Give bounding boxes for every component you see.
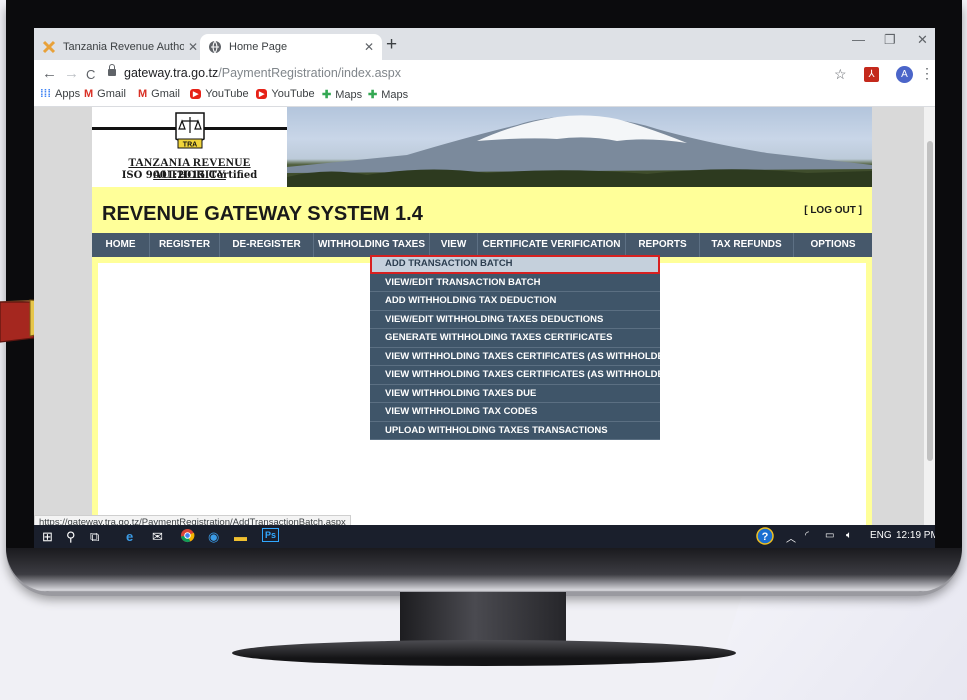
- tra-emblem-icon: TRA: [175, 112, 205, 149]
- show-hidden-icons-icon[interactable]: ︿: [786, 530, 796, 545]
- dropdown-item-add-transaction-batch[interactable]: ADD TRANSACTION BATCH: [370, 255, 660, 274]
- withholding-taxes-dropdown: ADD TRANSACTION BATCH VIEW/EDIT TRANSACT…: [370, 255, 674, 440]
- gmail-icon: M: [138, 88, 148, 100]
- dropdown-item-view-tax-codes[interactable]: VIEW WITHHOLDING TAX CODES: [370, 403, 660, 422]
- close-tab-icon[interactable]: ✕: [364, 40, 374, 54]
- kilimanjaro-banner-image: [287, 107, 872, 187]
- monitor-stand-base: [232, 640, 736, 666]
- iso-certification: ISO 9001:2015 Certified: [121, 170, 258, 181]
- menu-options[interactable]: OPTIONS: [794, 233, 872, 257]
- tab-title: Home Page: [229, 41, 288, 53]
- youtube-icon: ▶: [190, 89, 202, 99]
- lock-icon: [108, 64, 116, 76]
- gmail-icon: M: [84, 88, 94, 100]
- search-icon[interactable]: ⚲: [66, 529, 76, 545]
- url-path: /PaymentRegistration/index.aspx: [218, 66, 401, 80]
- monitor-chin: [6, 548, 962, 592]
- menu-certificate-verification[interactable]: CERTIFICATE VERIFICATION: [478, 233, 626, 257]
- tra-favicon-icon: [42, 40, 56, 54]
- edge-icon[interactable]: e: [126, 529, 133, 544]
- maximize-button[interactable]: ❐: [884, 32, 896, 48]
- menu-withholding-taxes[interactable]: WITHHOLDING TAXES: [314, 233, 430, 257]
- apps-grid-icon: ⁞⁞⁞: [40, 88, 51, 100]
- bookmark-star-icon[interactable]: ☆: [834, 66, 847, 83]
- bookmark-gmail[interactable]: M Gmail: [138, 88, 180, 100]
- browser-window: Tanzania Revenue Authority - Ho ✕ Home P…: [34, 28, 935, 548]
- bookmark-maps[interactable]: ✚ Maps: [368, 88, 409, 102]
- emblem-label: TRA: [183, 142, 197, 149]
- close-window-button[interactable]: ✕: [917, 32, 928, 48]
- photoshop-icon[interactable]: Ps: [262, 528, 280, 542]
- svg-text:?: ?: [762, 531, 769, 543]
- minimize-button[interactable]: —: [852, 32, 865, 47]
- bookmark-youtube[interactable]: ▶ YouTube: [256, 88, 315, 100]
- dropdown-item-view-taxes-due[interactable]: VIEW WITHHOLDING TAXES DUE: [370, 385, 660, 403]
- forward-button[interactable]: →: [64, 65, 79, 82]
- logout-link[interactable]: [ LOG OUT ]: [804, 205, 862, 216]
- bookmark-label: Gmail: [151, 88, 180, 100]
- menu-kebab-icon[interactable]: ⋮: [920, 65, 934, 82]
- bookmark-youtube[interactable]: ▶ YouTube: [190, 88, 249, 100]
- menu-reports[interactable]: REPORTS: [626, 233, 700, 257]
- menu-tax-refunds[interactable]: TAX REFUNDS: [700, 233, 794, 257]
- close-tab-icon[interactable]: ✕: [188, 40, 198, 54]
- clock[interactable]: 12:19 PM: [896, 530, 935, 541]
- mail-icon[interactable]: ✉: [152, 529, 163, 545]
- web-page: TRA TANZANIA REVENUE AUTHORITY ISO 9001:…: [34, 107, 935, 525]
- wifi-icon[interactable]: ◜: [805, 530, 809, 541]
- windows-taskbar: ⊞ ⚲ ⧉ e ✉ ◉ ▬ Ps ? ︿ ◜ ▭ 🔈︎ ENG 12:19 PM: [34, 525, 935, 548]
- dropdown-item-generate-certificates[interactable]: GENERATE WITHHOLDING TAXES CERTIFICATES: [370, 329, 660, 348]
- tra-site: TRA TANZANIA REVENUE AUTHORITY ISO 9001:…: [92, 107, 872, 525]
- bookmark-label: YouTube: [205, 88, 249, 100]
- dropdown-item-view-edit-deductions[interactable]: VIEW/EDIT WITHHOLDING TAXES DEDUCTIONS: [370, 311, 660, 329]
- main-menu: HOME REGISTER DE-REGISTER WITHHOLDING TA…: [92, 233, 872, 257]
- pdf-extension-icon[interactable]: ⅄: [864, 67, 879, 82]
- globe-icon: [209, 40, 221, 54]
- dropdown-item-add-withholding-tax-deduction[interactable]: ADD WITHHOLDING TAX DEDUCTION: [370, 292, 660, 311]
- menu-de-register[interactable]: DE-REGISTER: [220, 233, 314, 257]
- bookmark-label: YouTube: [271, 88, 315, 100]
- reload-button[interactable]: C: [86, 67, 95, 82]
- file-explorer-icon[interactable]: ▬: [234, 529, 247, 544]
- profile-avatar[interactable]: A: [896, 66, 913, 83]
- url-field[interactable]: gateway.tra.go.tz/PaymentRegistration/in…: [108, 64, 401, 80]
- dropdown-item-view-certificates-withholdee[interactable]: VIEW WITHHOLDING TAXES CERTIFICATES (AS …: [370, 366, 673, 385]
- tab-home-page[interactable]: Home Page ✕: [200, 34, 382, 60]
- bookmark-label: Maps: [381, 88, 409, 101]
- battery-icon[interactable]: ▭: [825, 530, 834, 541]
- scrollbar-thumb[interactable]: [927, 141, 933, 461]
- ie-icon[interactable]: ◉: [208, 529, 219, 545]
- maps-icon: ✚: [368, 89, 378, 101]
- tab-strip: Tanzania Revenue Authority - Ho ✕ Home P…: [34, 28, 935, 60]
- url-host: gateway.tra.go.tz: [124, 66, 219, 80]
- volume-icon[interactable]: 🔈︎: [846, 530, 852, 541]
- bookmarks-bar: ⁞⁞⁞ Apps M Gmail M Gmail ▶ YouTube ▶ YouTube …: [34, 84, 935, 107]
- tab-title: Tanzania Revenue Authority - Ho: [63, 41, 184, 53]
- bookmark-label: Maps: [335, 88, 363, 101]
- bookmark-gmail[interactable]: M Gmail: [84, 88, 126, 100]
- back-button[interactable]: ←: [42, 65, 57, 82]
- dropdown-item-upload-transactions[interactable]: UPLOAD WITHHOLDING TAXES TRANSACTIONS: [370, 422, 660, 440]
- bookmark-label: Gmail: [97, 88, 126, 100]
- dropdown-item-view-edit-transaction-batch[interactable]: VIEW/EDIT TRANSACTION BATCH: [370, 274, 660, 292]
- chrome-icon[interactable]: [180, 528, 195, 546]
- bookmark-apps[interactable]: ⁞⁞⁞ Apps: [40, 88, 80, 100]
- task-view-icon[interactable]: ⧉: [90, 529, 99, 545]
- menu-view[interactable]: VIEW: [430, 233, 478, 257]
- menu-home[interactable]: HOME: [92, 233, 150, 257]
- maps-icon: ✚: [322, 89, 332, 101]
- help-icon[interactable]: ?: [756, 527, 774, 548]
- system-title: REVENUE GATEWAY SYSTEM 1.4: [102, 203, 423, 225]
- tab-tra-home[interactable]: Tanzania Revenue Authority - Ho ✕: [34, 34, 206, 60]
- tra-logo-block: TRA TANZANIA REVENUE AUTHORITY ISO 9001:…: [92, 107, 287, 187]
- windows-start-icon[interactable]: ⊞: [42, 529, 53, 545]
- bookmark-label: Apps: [55, 88, 81, 100]
- new-tab-button[interactable]: +: [386, 34, 397, 56]
- menu-register[interactable]: REGISTER: [150, 233, 220, 257]
- dropdown-item-view-certificates-withholder[interactable]: VIEW WITHHOLDING TAXES CERTIFICATES (AS …: [370, 348, 674, 366]
- bookmark-maps[interactable]: ✚ Maps: [322, 88, 363, 102]
- youtube-icon: ▶: [256, 89, 268, 99]
- language-indicator[interactable]: ENG: [870, 530, 892, 541]
